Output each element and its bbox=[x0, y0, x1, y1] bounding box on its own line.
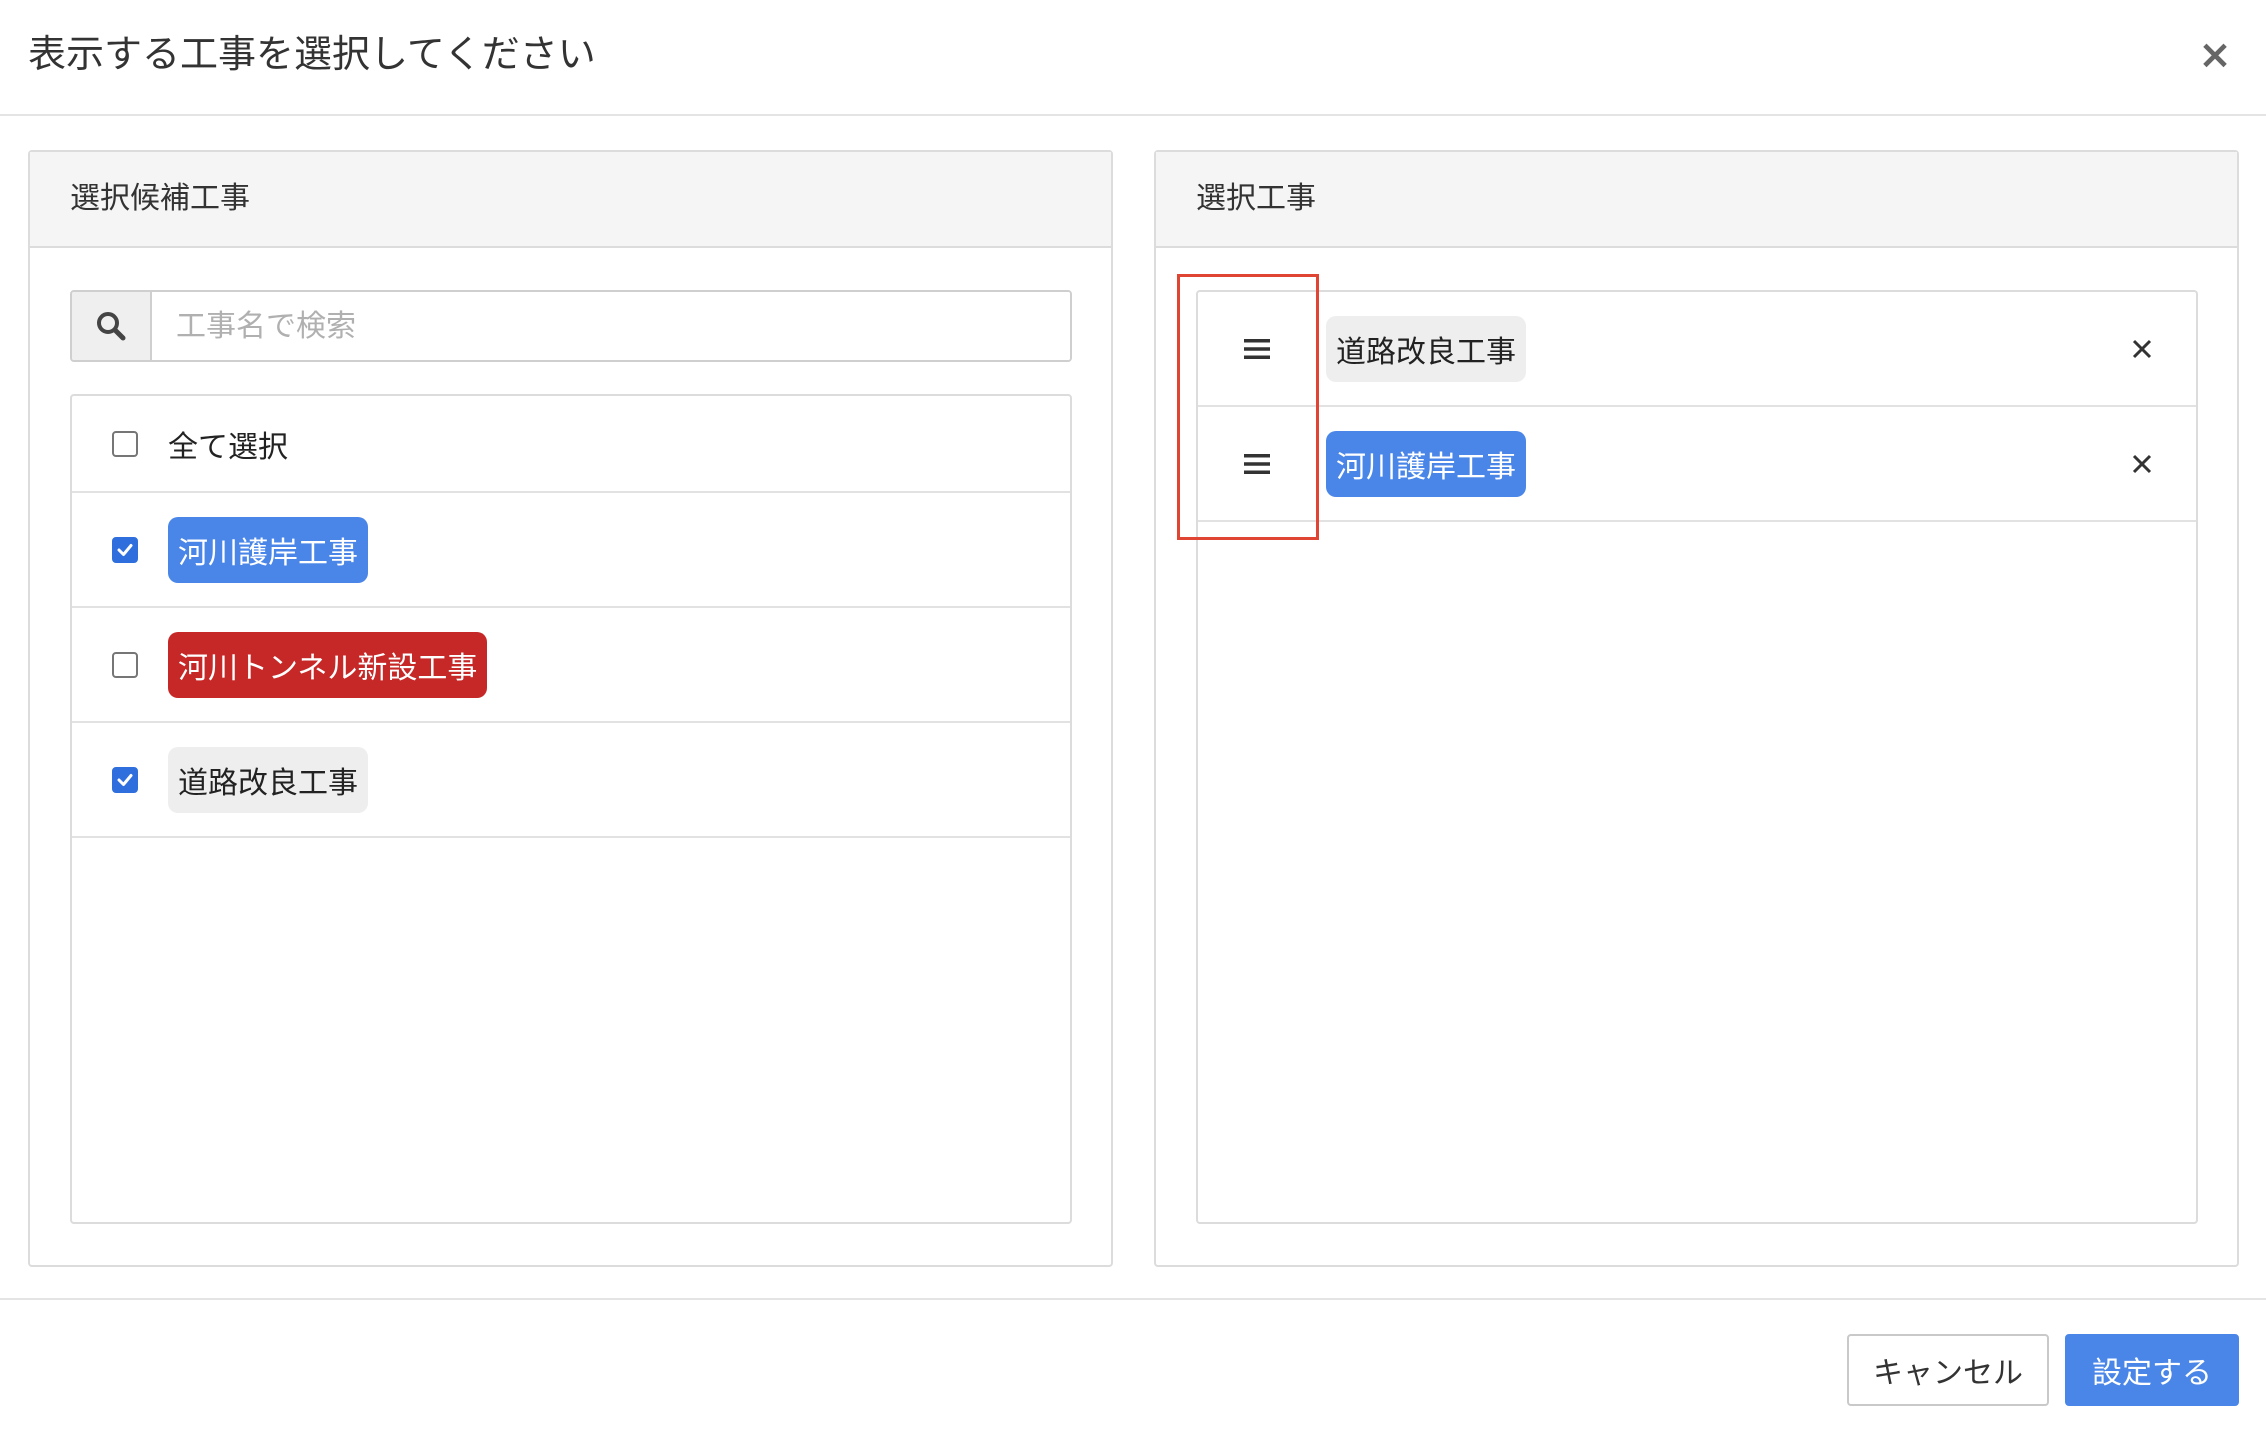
construction-tag: 道路改良工事 bbox=[1326, 315, 1526, 382]
drag-handle-icon[interactable] bbox=[1198, 407, 1316, 520]
candidate-panel: 選択候補工事 全て選択 河川護岸工事 河川トンネル新設工事 bbox=[28, 150, 1113, 1267]
item-checkbox[interactable] bbox=[112, 766, 138, 793]
construction-tag: 河川トンネル新設工事 bbox=[168, 631, 488, 698]
item-checkbox[interactable] bbox=[112, 651, 138, 678]
list-item[interactable]: 道路改良工事 bbox=[72, 723, 1070, 838]
construction-tag: 河川護岸工事 bbox=[1326, 430, 1526, 497]
footer-divider bbox=[0, 1298, 2266, 1300]
submit-button[interactable]: 設定する bbox=[2065, 1334, 2239, 1406]
search-box bbox=[70, 290, 1072, 362]
close-icon[interactable] bbox=[2122, 329, 2162, 369]
close-icon[interactable]: × bbox=[2188, 28, 2242, 82]
dialog-title: 表示する工事を選択してください bbox=[28, 32, 596, 76]
construction-tag: 河川護岸工事 bbox=[168, 516, 368, 583]
selected-item: 道路改良工事 bbox=[1198, 292, 2196, 407]
search-icon bbox=[72, 292, 152, 360]
selected-list: 道路改良工事 河川護岸工事 bbox=[1196, 290, 2198, 1224]
drag-handle-icon[interactable] bbox=[1198, 292, 1316, 405]
selected-item: 河川護岸工事 bbox=[1198, 407, 2196, 522]
item-checkbox[interactable] bbox=[112, 536, 138, 563]
cancel-button[interactable]: キャンセル bbox=[1847, 1334, 2049, 1406]
construction-tag: 道路改良工事 bbox=[168, 746, 368, 813]
candidate-panel-heading: 選択候補工事 bbox=[30, 152, 1111, 248]
list-item[interactable]: 河川護岸工事 bbox=[72, 493, 1070, 608]
dialog-header: 表示する工事を選択してください × bbox=[0, 0, 2266, 116]
search-input[interactable] bbox=[152, 292, 1070, 360]
selected-panel-heading: 選択工事 bbox=[1156, 152, 2237, 248]
selected-panel: 選択工事 道路改良工事 河川護岸工事 bbox=[1154, 150, 2239, 1267]
list-item[interactable]: 河川トンネル新設工事 bbox=[72, 608, 1070, 723]
select-all-label: 全て選択 bbox=[168, 429, 288, 465]
select-all-row[interactable]: 全て選択 bbox=[72, 396, 1070, 493]
candidate-list: 全て選択 河川護岸工事 河川トンネル新設工事 道路改良工事 bbox=[70, 394, 1072, 1224]
select-all-checkbox[interactable] bbox=[112, 430, 138, 457]
close-icon[interactable] bbox=[2122, 444, 2162, 484]
